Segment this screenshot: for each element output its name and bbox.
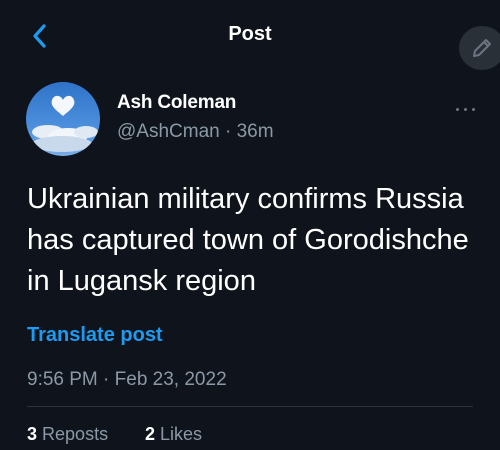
relative-time: 36m xyxy=(236,121,274,142)
post-detail-screen: Post Ash Coleman @AshCman · 36m Ukrainia… xyxy=(0,0,500,450)
post-text: Ukrainian military confirms Russia has c… xyxy=(27,183,469,297)
more-horizontal-icon-dot xyxy=(472,108,475,111)
timestamp-separator: · xyxy=(103,369,110,390)
more-horizontal-icon-dot xyxy=(464,108,467,111)
pencil-icon xyxy=(473,39,491,57)
post-timestamp: 9:56 PM · Feb 23, 2022 xyxy=(27,369,227,391)
more-options-button[interactable] xyxy=(452,100,480,118)
likes-label: Likes xyxy=(160,424,203,444)
avatar[interactable] xyxy=(26,82,100,156)
likes-count: 2 xyxy=(145,424,156,444)
translate-post-link[interactable]: Translate post xyxy=(27,324,163,347)
divider xyxy=(27,406,473,407)
reposts-label: Reposts xyxy=(42,424,109,444)
reposts-stat[interactable]: 3 Reposts xyxy=(27,424,108,445)
reposts-count: 3 xyxy=(27,424,38,444)
compose-button[interactable] xyxy=(459,26,500,70)
likes-stat[interactable]: 2 Likes xyxy=(145,424,202,445)
avatar-image xyxy=(26,82,100,156)
author-meta: @AshCman · 36m xyxy=(117,121,274,143)
page-title: Post xyxy=(228,23,272,45)
author-handle[interactable]: @AshCman xyxy=(117,121,220,142)
author-display-name[interactable]: Ash Coleman xyxy=(117,92,236,114)
post-date: Feb 23, 2022 xyxy=(114,369,227,390)
meta-separator: · xyxy=(225,121,232,142)
post-time: 9:56 PM xyxy=(27,369,98,390)
more-horizontal-icon xyxy=(456,108,459,111)
top-bar: Post xyxy=(0,0,500,70)
